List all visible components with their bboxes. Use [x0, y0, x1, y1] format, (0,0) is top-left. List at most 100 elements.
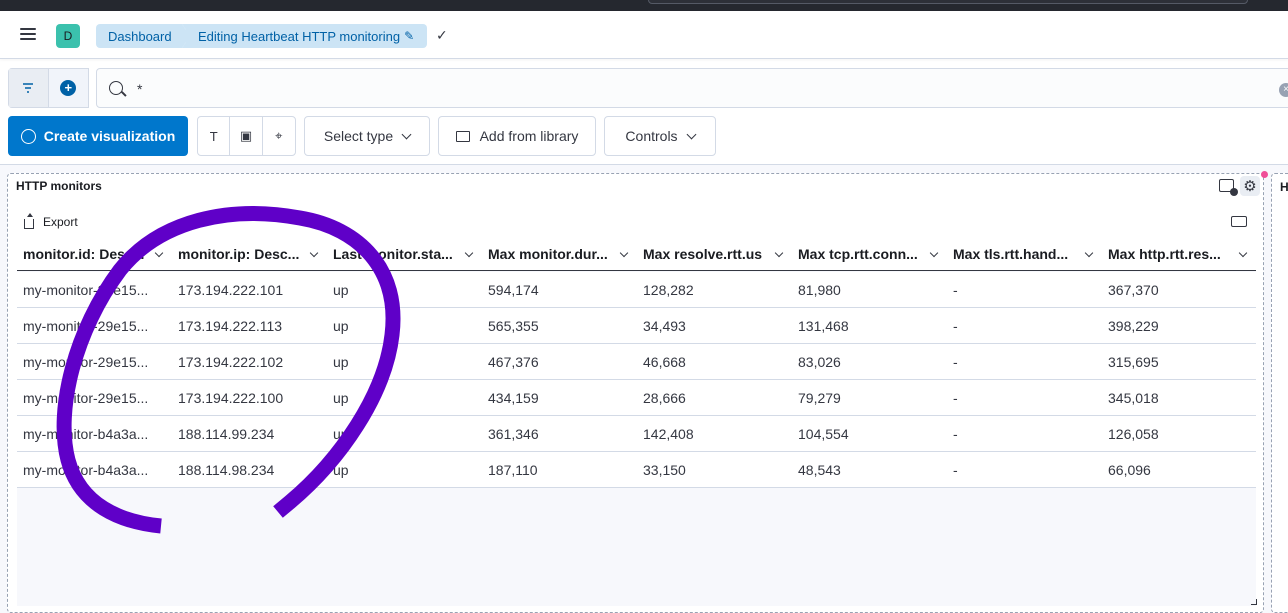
- resize-handle[interactable]: [1251, 599, 1257, 605]
- column-header[interactable]: Max monitor.dur...: [482, 237, 637, 271]
- table-cell[interactable]: up: [327, 308, 482, 343]
- column-header[interactable]: Max tcp.rtt.conn...: [792, 237, 947, 271]
- table-cell[interactable]: 345,018: [1102, 380, 1256, 415]
- data-grid: monitor.id: Desc... monitor.ip: Desc... …: [17, 237, 1256, 606]
- table-cell[interactable]: 188.114.98.234: [172, 452, 327, 487]
- filter-bar: + * ×: [8, 68, 1288, 108]
- table-cell[interactable]: 367,370: [1102, 272, 1256, 307]
- column-header[interactable]: monitor.ip: Desc...: [172, 237, 327, 271]
- second-panel: H: [1271, 173, 1288, 613]
- table-cell[interactable]: -: [947, 308, 1102, 343]
- grid-header: monitor.id: Desc... monitor.ip: Desc... …: [17, 237, 1256, 271]
- table-cell[interactable]: 434,159: [482, 380, 637, 415]
- column-header[interactable]: Max tls.rtt.hand...: [947, 237, 1102, 271]
- image-icon[interactable]: ▣: [230, 117, 263, 155]
- table-cell[interactable]: 128,282: [637, 272, 792, 307]
- clear-icon[interactable]: ×: [1279, 83, 1288, 97]
- table-cell[interactable]: up: [327, 272, 482, 307]
- column-header[interactable]: Max http.rtt.res...: [1102, 237, 1256, 271]
- query-text: *: [137, 81, 143, 97]
- table-cell[interactable]: -: [947, 344, 1102, 379]
- table-cell[interactable]: my-monitor-29e15...: [17, 380, 172, 415]
- table-cell[interactable]: 48,543: [792, 452, 947, 487]
- add-from-library-label: Add from library: [479, 128, 579, 144]
- table-cell[interactable]: -: [947, 452, 1102, 487]
- table-cell[interactable]: 66,096: [1102, 452, 1256, 487]
- table-cell[interactable]: 104,554: [792, 416, 947, 451]
- controls-label: Controls: [625, 128, 678, 144]
- pencil-icon: ✎: [404, 29, 415, 43]
- check-icon[interactable]: ✓: [436, 27, 448, 44]
- add-from-library-button[interactable]: Add from library: [438, 116, 596, 156]
- table-cell[interactable]: 398,229: [1102, 308, 1256, 343]
- table-cell[interactable]: my-monitor-29e15...: [17, 344, 172, 379]
- table-cell[interactable]: 46,668: [637, 344, 792, 379]
- visualize-icon: [20, 128, 36, 144]
- table-cell[interactable]: 173.194.222.102: [172, 344, 327, 379]
- table-cell[interactable]: 33,150: [637, 452, 792, 487]
- select-type-button[interactable]: Select type: [304, 116, 430, 156]
- hamburger-menu-icon[interactable]: [16, 25, 40, 45]
- table-cell[interactable]: 126,058: [1102, 416, 1256, 451]
- add-filter-button[interactable]: +: [49, 69, 89, 107]
- table-cell[interactable]: 173.194.222.100: [172, 380, 327, 415]
- table-cell[interactable]: my-monitor-29e15...: [17, 308, 172, 343]
- table-cell[interactable]: 34,493: [637, 308, 792, 343]
- table-row: my-monitor-b4a3a... 188.114.99.234 up 361,3…: [17, 416, 1256, 452]
- table-cell[interactable]: 79,279: [792, 380, 947, 415]
- app-header: D Dashboard Editing Heartbeat HTTP monit…: [0, 11, 1288, 59]
- table-cell[interactable]: 142,408: [637, 416, 792, 451]
- table-row: my-monitor-29e15... 173.194.222.102 up 467,…: [17, 344, 1256, 380]
- table-cell[interactable]: 131,468: [792, 308, 947, 343]
- breadcrumb-editing-label: Editing Heartbeat HTTP monitoring: [198, 28, 401, 44]
- table-cell[interactable]: 173.194.222.101: [172, 272, 327, 307]
- space-avatar[interactable]: D: [56, 24, 80, 48]
- panel-title: HTTP monitors: [16, 179, 102, 193]
- breadcrumb-editing[interactable]: Editing Heartbeat HTTP monitoring ✎: [182, 24, 427, 48]
- quick-add-group: T ▣ ⌖: [197, 116, 296, 156]
- controls-button[interactable]: Controls: [604, 116, 716, 156]
- table-cell[interactable]: 83,026: [792, 344, 947, 379]
- table-cell[interactable]: up: [327, 344, 482, 379]
- table-cell[interactable]: 565,355: [482, 308, 637, 343]
- table-cell[interactable]: 361,346: [482, 416, 637, 451]
- table-cell[interactable]: up: [327, 452, 482, 487]
- column-header[interactable]: monitor.id: Desc...: [17, 237, 172, 271]
- table-cell[interactable]: up: [327, 416, 482, 451]
- table-cell[interactable]: 173.194.222.113: [172, 308, 327, 343]
- map-icon[interactable]: ⌖: [263, 117, 295, 155]
- table-cell[interactable]: 315,695: [1102, 344, 1256, 379]
- table-cell[interactable]: 28,666: [637, 380, 792, 415]
- create-visualization-label: Create visualization: [43, 128, 176, 144]
- gear-icon[interactable]: ⚙: [1240, 176, 1260, 196]
- export-icon: [24, 213, 34, 229]
- table-cell[interactable]: 81,980: [792, 272, 947, 307]
- table-cell[interactable]: 187,110: [482, 452, 637, 487]
- query-input[interactable]: * ×: [96, 68, 1288, 108]
- table-cell[interactable]: 188.114.99.234: [172, 416, 327, 451]
- text-icon[interactable]: T: [198, 117, 231, 155]
- keyboard-shortcuts-icon[interactable]: [1231, 216, 1247, 227]
- table-cell[interactable]: my-monitor-b4a3a...: [17, 452, 172, 487]
- create-visualization-button[interactable]: Create visualization: [8, 116, 188, 156]
- browser-top-strip: [0, 0, 1288, 11]
- table-cell[interactable]: up: [327, 380, 482, 415]
- table-cell[interactable]: -: [947, 380, 1102, 415]
- table-cell[interactable]: 467,376: [482, 344, 637, 379]
- notification-dot: [1261, 171, 1268, 178]
- library-folder-icon[interactable]: [1219, 179, 1238, 196]
- column-header[interactable]: Last monitor.sta...: [327, 237, 482, 271]
- table-cell[interactable]: my-monitor-b4a3a...: [17, 416, 172, 451]
- table-cell[interactable]: my-monitor-29e15...: [17, 272, 172, 307]
- export-button[interactable]: Export: [24, 213, 78, 229]
- table-cell[interactable]: -: [947, 416, 1102, 451]
- breadcrumb-dashboard[interactable]: Dashboard: [96, 24, 190, 48]
- export-label: Export: [43, 215, 78, 229]
- filter-icon: [23, 83, 34, 93]
- table-cell[interactable]: -: [947, 272, 1102, 307]
- filter-menu-button[interactable]: [9, 69, 49, 107]
- column-header[interactable]: Max resolve.rtt.us: [637, 237, 792, 271]
- table-cell[interactable]: 594,174: [482, 272, 637, 307]
- second-panel-title: H: [1280, 180, 1288, 194]
- global-search-ghost[interactable]: [648, 0, 1248, 4]
